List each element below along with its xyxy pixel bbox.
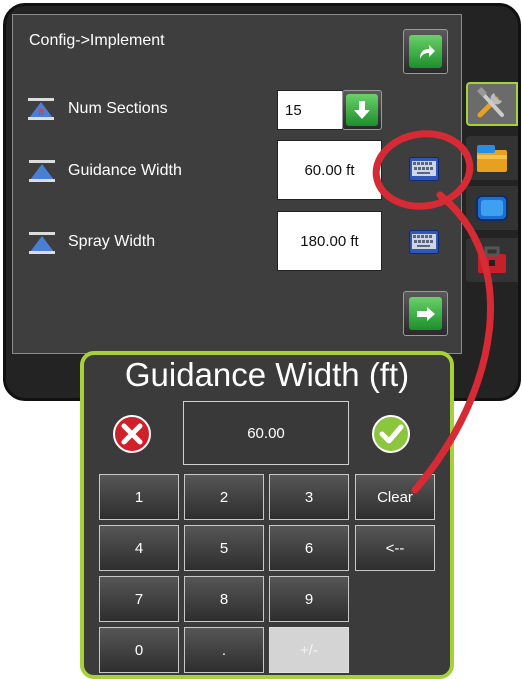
accept-button[interactable] [371,414,411,454]
spray-width-field[interactable]: 180.00 ft [277,211,382,271]
console-folder-icon [477,145,507,172]
keyboard-icon[interactable] [409,157,439,181]
tab-tools[interactable] [466,82,518,126]
config-panel [12,14,462,354]
guidance-width-icon [29,160,55,182]
key-1[interactable]: 1 [99,474,179,520]
key-7[interactable]: 7 [99,576,179,622]
toolbox-icon [478,246,506,273]
keypad-title: Guidance Width (ft) [124,356,410,393]
tools-icon [477,87,504,118]
tab-console[interactable] [466,136,518,180]
num-sections-select[interactable]: 15 [277,90,343,130]
back-button[interactable] [403,29,448,74]
key-decimal[interactable]: . [184,627,264,673]
key-0[interactable]: 0 [99,627,179,673]
svg-text:#: # [38,107,44,119]
key-plus-minus: +/- [269,627,349,673]
key-9[interactable]: 9 [269,576,349,622]
key-backspace[interactable]: <-- [355,525,435,571]
tab-gps[interactable] [466,186,518,230]
cancel-x-icon [113,415,151,453]
tab-toolbox[interactable] [466,238,518,282]
num-sections-dropdown-button[interactable] [342,90,382,130]
key-6[interactable]: 6 [269,525,349,571]
spray-width-icon [29,232,55,254]
accept-check-icon [372,415,410,453]
num-sections-label: Num Sections [68,100,168,117]
key-5[interactable]: 5 [184,525,264,571]
key-clear[interactable]: Clear [355,474,435,520]
key-3[interactable]: 3 [269,474,349,520]
down-arrow-icon [346,94,378,126]
key-2[interactable]: 2 [184,474,264,520]
next-arrow-icon [409,297,442,330]
key-8[interactable]: 8 [184,576,264,622]
gps-screen-icon [476,195,508,221]
key-4[interactable]: 4 [99,525,179,571]
next-button[interactable] [403,291,448,336]
num-sections-icon: # [28,98,54,120]
keypad-display: 60.00 [183,401,349,465]
return-arrow-icon [409,35,442,68]
cancel-button[interactable] [112,414,152,454]
guidance-width-label: Guidance Width [68,162,182,179]
guidance-width-field[interactable]: 60.00 ft [277,140,382,200]
keyboard-icon[interactable] [409,230,439,254]
spray-width-label: Spray Width [68,233,156,250]
page-title: Config->Implement [29,32,165,49]
